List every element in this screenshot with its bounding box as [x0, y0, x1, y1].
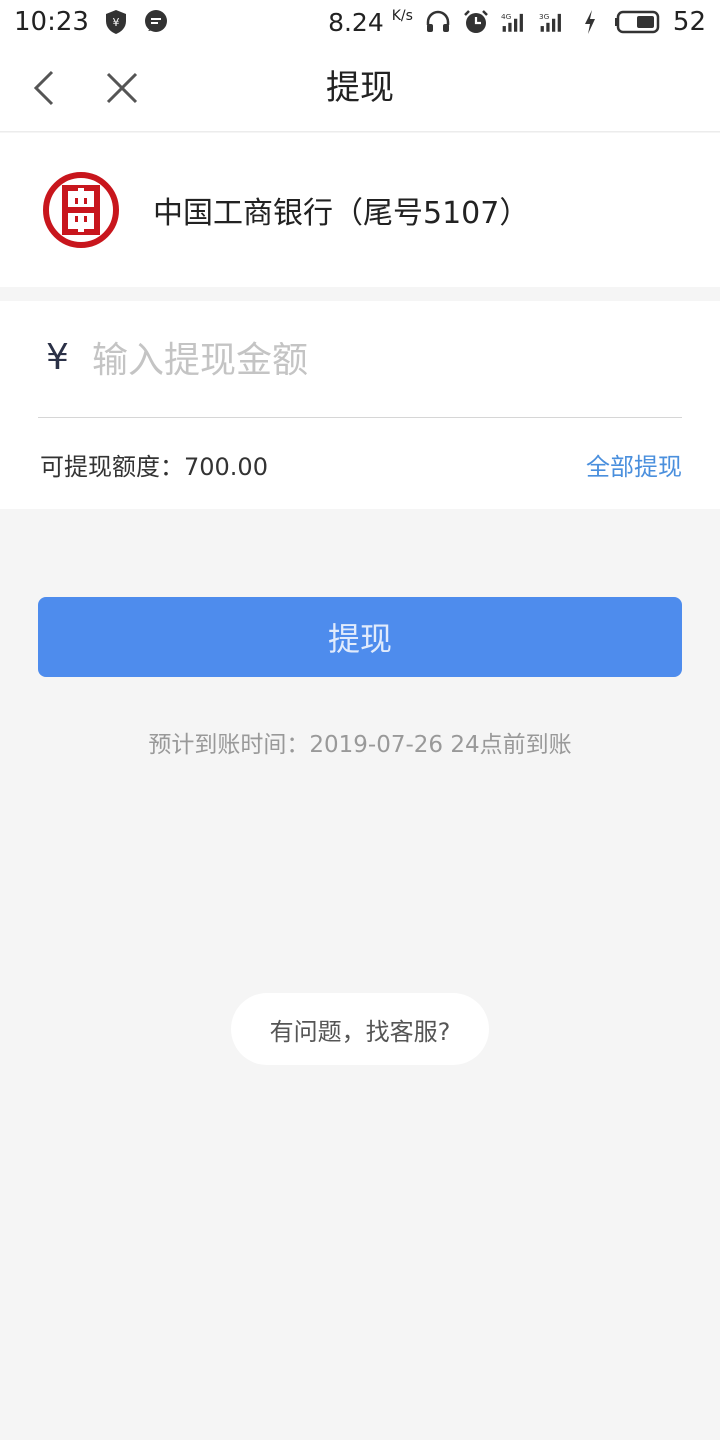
customer-service-label: 有问题，找客服? — [269, 1017, 451, 1046]
status-bar: 10:23 ¥ 8.24 K/s 4G 3G 52 — [0, 0, 720, 44]
currency-symbol: ¥ — [46, 337, 69, 378]
net-speed-unit: K/s — [391, 7, 413, 24]
battery-icon — [614, 9, 661, 35]
available-amount-label: 可提现额度：700.00 — [40, 453, 268, 481]
message-icon — [143, 9, 169, 35]
shield-yen-icon: ¥ — [103, 9, 129, 35]
amount-card: ¥ 可提现额度：700.00 全部提现 — [0, 301, 720, 509]
nav-bar: 提现 — [0, 44, 720, 132]
alarm-icon — [463, 9, 489, 35]
net-speed-value: 8.24 — [328, 7, 384, 37]
customer-service-button[interactable]: 有问题，找客服? — [231, 993, 489, 1065]
svg-text:¥: ¥ — [112, 16, 119, 29]
headphones-icon — [425, 9, 451, 35]
status-time: 10:23 — [14, 7, 89, 37]
close-button[interactable] — [98, 64, 146, 112]
svg-text:3G: 3G — [539, 12, 550, 21]
bank-card-row[interactable]: 中国工商银行（尾号5107） — [0, 133, 720, 287]
chevron-left-icon — [33, 70, 54, 106]
charging-icon — [577, 9, 603, 35]
amount-divider — [38, 417, 682, 418]
svg-text:4G: 4G — [501, 12, 512, 21]
back-button[interactable] — [22, 64, 70, 112]
signal-3g-icon: 3G — [539, 9, 565, 35]
icbc-logo-icon — [43, 172, 119, 248]
close-icon — [106, 72, 138, 104]
battery-level: 52 — [672, 7, 706, 37]
estimated-arrival-text: 预计到账时间：2019-07-26 24点前到账 — [148, 732, 572, 758]
net-speed: 8.24 K/s — [328, 8, 413, 37]
status-right: 8.24 K/s 4G 3G 52 — [328, 7, 706, 37]
bank-name: 中国工商银行（尾号5107） — [153, 196, 530, 231]
withdraw-all-link[interactable]: 全部提现 — [586, 447, 682, 482]
withdraw-submit-button[interactable]: 提现 — [38, 597, 682, 677]
status-left: 10:23 ¥ — [14, 7, 169, 37]
signal-4g-icon: 4G — [501, 9, 527, 35]
amount-input[interactable] — [92, 329, 672, 391]
